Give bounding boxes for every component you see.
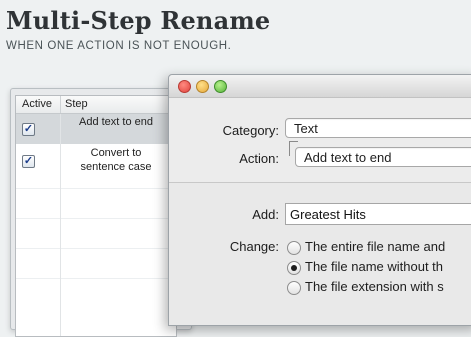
- change-option-entire-name[interactable]: The entire file name and: [305, 239, 445, 254]
- page-title: Multi-Step Rename: [6, 6, 271, 35]
- table-row-empty: [16, 278, 176, 309]
- radio-unselected-icon[interactable]: [287, 241, 301, 255]
- change-label: Change:: [229, 239, 279, 254]
- minimize-window-icon[interactable]: [196, 80, 209, 93]
- step-editor-window: Category: Text Action: Add text to end A…: [168, 74, 471, 326]
- change-option-name-without-extension[interactable]: The file name without th: [305, 259, 443, 274]
- radio-unselected-icon[interactable]: [287, 281, 301, 295]
- step-label-line1: Convert to: [90, 147, 142, 159]
- table-row[interactable]: ✓ Add text to end: [16, 114, 176, 144]
- action-pane: Category: Text Action: Add text to end: [169, 98, 471, 183]
- column-divider: [60, 96, 61, 113]
- checkbox-checked-icon[interactable]: ✓: [22, 123, 35, 136]
- category-label: Category:: [222, 123, 279, 138]
- column-header-active[interactable]: Active: [22, 98, 52, 110]
- close-window-icon[interactable]: [178, 80, 191, 93]
- column-divider: [60, 114, 61, 336]
- table-header: Active Step: [16, 96, 176, 114]
- table-row[interactable]: ✓ Convert to sentence case: [16, 144, 176, 186]
- zoom-window-icon[interactable]: [214, 80, 227, 93]
- step-label-line2: sentence case: [80, 161, 152, 173]
- column-header-step[interactable]: Step: [65, 98, 88, 110]
- checkbox-checked-icon[interactable]: ✓: [22, 155, 35, 168]
- table-row-empty: [16, 188, 176, 219]
- steps-table: Active Step ✓ Add text to end ✓ Convert …: [15, 95, 177, 337]
- steps-window: Active Step ✓ Add text to end ✓ Convert …: [10, 88, 192, 337]
- step-label: Add text to end: [79, 116, 153, 128]
- page-subtitle: WHEN ONE ACTION IS NOT ENOUGH.: [6, 40, 232, 52]
- table-row-empty: [16, 218, 176, 249]
- category-select[interactable]: Text: [285, 118, 471, 138]
- change-option-extension[interactable]: The file extension with s: [305, 279, 444, 294]
- add-label: Add:: [252, 207, 279, 222]
- action-select[interactable]: Add text to end: [295, 147, 471, 167]
- table-row-empty: [16, 248, 176, 279]
- options-pane: Add: Change: The entire file name and Th…: [169, 183, 471, 325]
- add-text-input[interactable]: [285, 203, 471, 225]
- action-label: Action:: [239, 151, 279, 166]
- window-titlebar[interactable]: [169, 75, 471, 98]
- radio-selected-icon[interactable]: [287, 261, 301, 275]
